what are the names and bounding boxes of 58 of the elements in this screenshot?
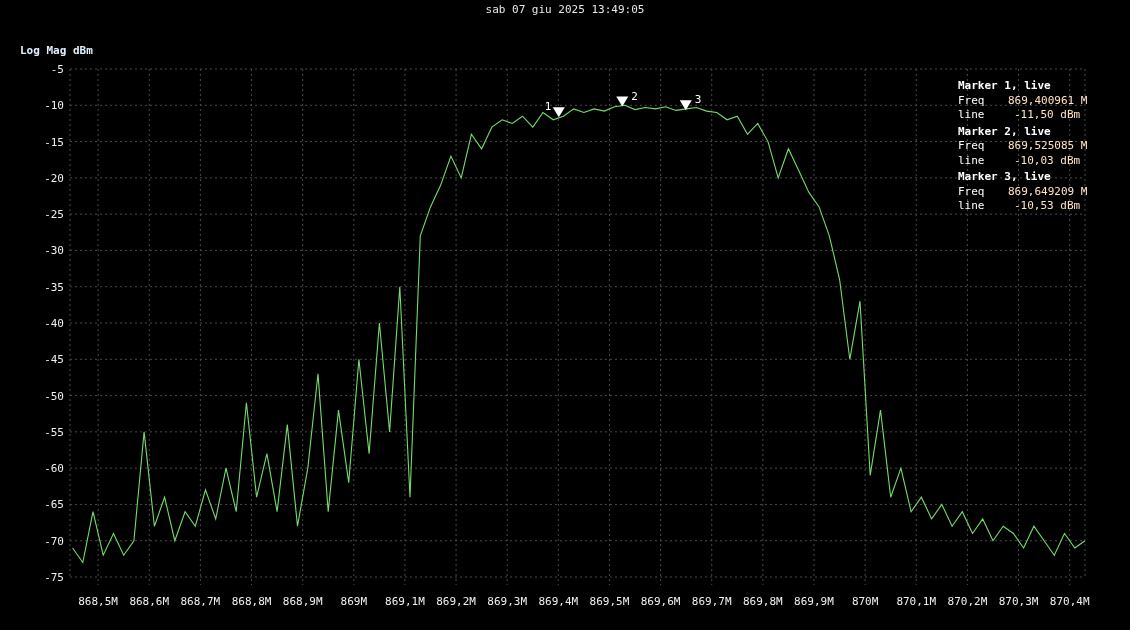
x-tick-label: 869,1M	[385, 595, 425, 608]
y-tick-label: -65	[44, 498, 64, 512]
freq-label: Freq	[958, 139, 986, 154]
level-label: line	[958, 199, 986, 214]
marker-icon[interactable]	[679, 100, 692, 111]
y-tick-label: -60	[44, 462, 64, 476]
date-time-title: sab 07 giu 2025 13:49:05	[485, 3, 645, 16]
x-tick-label: 870,1M	[896, 595, 937, 608]
freq-value: 869,649209 M	[1008, 184, 1088, 199]
x-tick-label: 869,7M	[691, 595, 732, 608]
x-tick-label: 868,5M	[78, 595, 118, 608]
marker-heading: Marker 3, live	[958, 170, 1052, 185]
freq-value: 869,400961 M	[1008, 93, 1088, 108]
y-tick-label: -50	[44, 389, 64, 403]
x-tick-label: 869,5M	[589, 595, 630, 608]
level-value: -11,50 dBm	[1013, 108, 1081, 123]
y-tick-label: -30	[44, 244, 64, 258]
y-tick-label: -55	[44, 425, 64, 439]
x-tick-label: 868,8M	[231, 595, 272, 608]
x-tick-label: 868,6M	[129, 595, 170, 608]
freq-label: Freq	[958, 93, 986, 108]
x-tick-label: 868,9M	[282, 595, 323, 608]
y-tick-label: -25	[44, 208, 64, 222]
marker-number: 1	[544, 100, 552, 114]
x-tick-label: 869,9M	[794, 595, 834, 608]
x-tick-label: 869,4M	[538, 595, 579, 608]
y-tick-label: -20	[44, 171, 64, 185]
marker-number: 3	[694, 93, 702, 107]
marker-icon[interactable]	[552, 107, 565, 118]
level-label: line	[958, 108, 986, 123]
y-tick-label: -10	[44, 99, 64, 113]
y-tick-label: -70	[44, 534, 64, 548]
level-value: -10,53 dBm	[1013, 199, 1081, 214]
x-tick-label: 869,6M	[640, 595, 681, 608]
y-tick-label: -35	[44, 280, 64, 294]
y-tick-label: -45	[44, 353, 64, 367]
x-tick-label: 868,7M	[180, 595, 221, 608]
freq-label: Freq	[958, 184, 986, 199]
y-tick-label: -75	[44, 571, 64, 584]
y-tick-label: -40	[44, 317, 64, 330]
marker-heading: Marker 2, live	[958, 124, 1052, 139]
x-tick-label: 869,2M	[436, 595, 476, 608]
marker-icon[interactable]	[616, 96, 629, 107]
x-tick-label: 870,4M	[1049, 595, 1090, 608]
marker-heading: Marker 1, live	[958, 79, 1052, 94]
y-tick-label: -5	[50, 63, 64, 76]
x-tick-label: 869,8M	[743, 595, 783, 608]
x-tick-label: 869,3M	[487, 595, 528, 608]
x-tick-label: 869M	[340, 595, 368, 608]
y-axis-label: Log Mag dBm	[20, 44, 93, 57]
x-tick-label: 870M	[851, 595, 879, 608]
y-tick-label: -15	[44, 135, 64, 149]
x-tick-label: 870,3M	[998, 595, 1039, 608]
freq-value: 869,525085 M	[1008, 139, 1088, 154]
level-label: line	[958, 153, 986, 168]
marker-number: 2	[631, 89, 638, 103]
x-tick-label: 870,2M	[947, 595, 988, 608]
level-value: -10,03 dBm	[1013, 153, 1081, 168]
